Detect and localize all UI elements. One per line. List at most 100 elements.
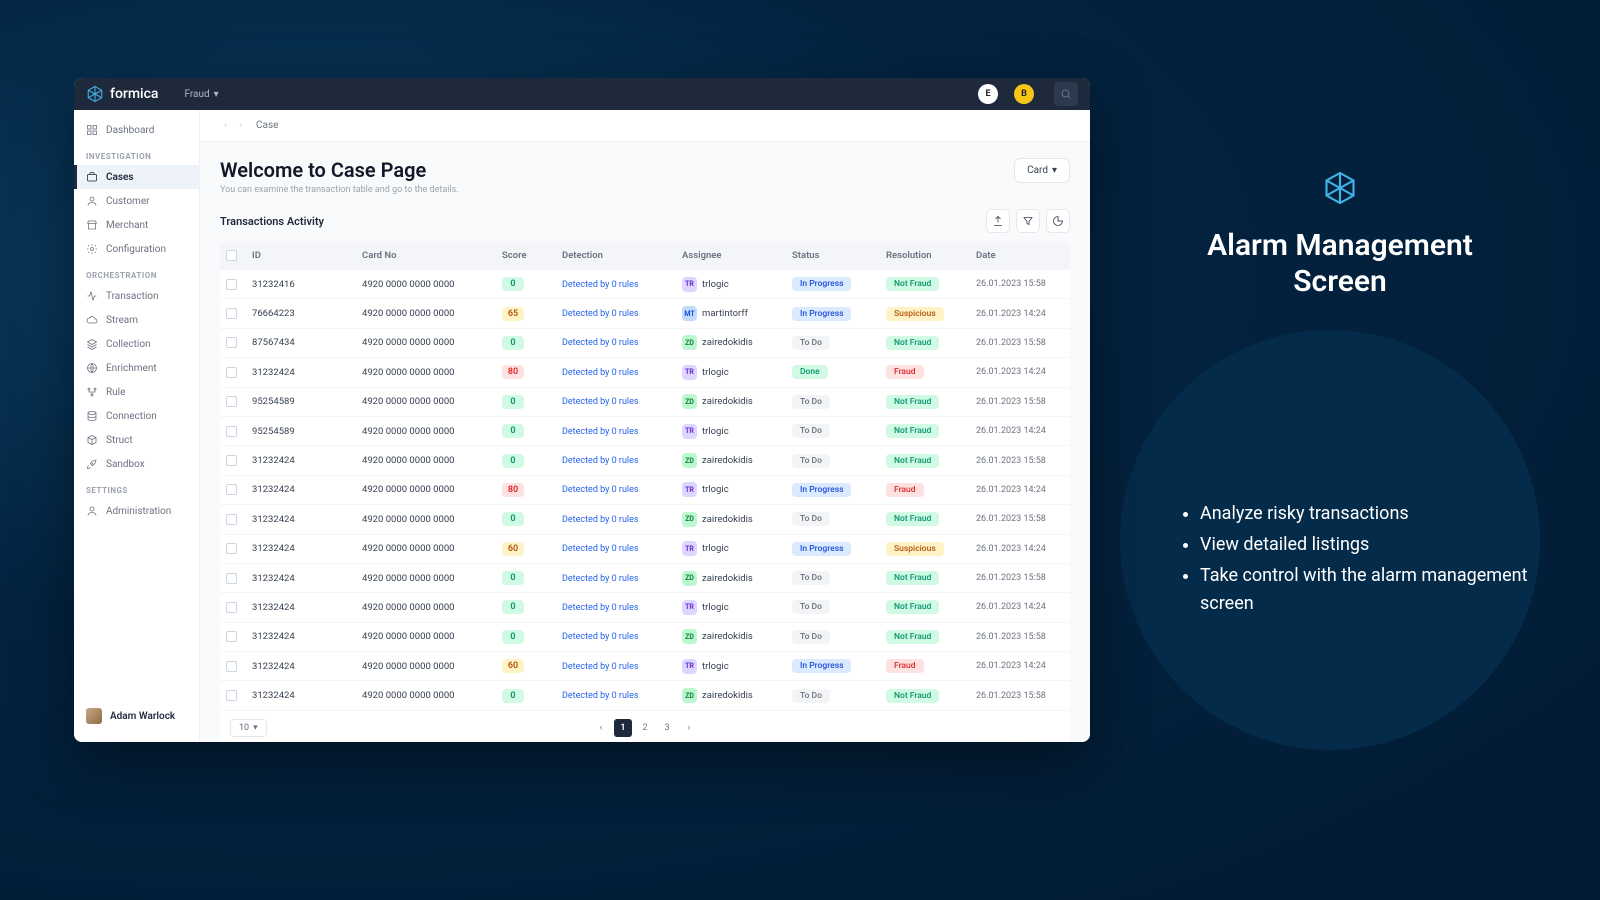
page-title: Welcome to Case Page bbox=[220, 158, 459, 182]
detection-link[interactable]: Detected by 0 rules bbox=[562, 397, 639, 407]
briefcase-icon bbox=[86, 171, 98, 183]
sidebar-item-configuration[interactable]: Configuration bbox=[74, 237, 199, 261]
table-row[interactable]: 312324164920 0000 0000 00000Detected by … bbox=[220, 269, 1070, 298]
app-window: formica Fraud ▾ E B Dashboard INVESTIGAT… bbox=[74, 78, 1090, 742]
sidebar-item-label: Enrichment bbox=[106, 363, 157, 374]
user-icon bbox=[86, 195, 98, 207]
row-checkbox[interactable] bbox=[226, 279, 237, 290]
sidebar-item-dashboard[interactable]: Dashboard bbox=[74, 118, 199, 142]
row-checkbox[interactable] bbox=[226, 337, 237, 348]
detection-link[interactable]: Detected by 0 rules bbox=[562, 632, 639, 642]
detection-link[interactable]: Detected by 0 rules bbox=[562, 338, 639, 348]
header-dropdown-fraud[interactable]: Fraud ▾ bbox=[184, 89, 218, 100]
page-3[interactable]: 3 bbox=[658, 719, 676, 737]
caption-bullet: View detailed listings bbox=[1200, 531, 1540, 559]
row-checkbox[interactable] bbox=[226, 543, 237, 554]
sidebar-item-rule[interactable]: Rule bbox=[74, 380, 199, 404]
table-row[interactable]: 312324244920 0000 0000 000080Detected by… bbox=[220, 475, 1070, 504]
row-checkbox[interactable] bbox=[226, 396, 237, 407]
score-pill: 0 bbox=[502, 512, 524, 526]
row-checkbox[interactable] bbox=[226, 661, 237, 672]
sidebar-item-transaction[interactable]: Transaction bbox=[74, 284, 199, 308]
filter-button[interactable] bbox=[1016, 209, 1040, 233]
row-checkbox[interactable] bbox=[226, 514, 237, 525]
detection-link[interactable]: Detected by 0 rules bbox=[562, 309, 639, 319]
detection-link[interactable]: Detected by 0 rules bbox=[562, 485, 639, 495]
page-next[interactable]: › bbox=[680, 719, 698, 737]
app-header: formica Fraud ▾ E B bbox=[74, 78, 1090, 110]
row-checkbox[interactable] bbox=[226, 631, 237, 642]
sidebar-item-collection[interactable]: Collection bbox=[74, 332, 199, 356]
row-checkbox[interactable] bbox=[226, 690, 237, 701]
table-row[interactable]: 312324244920 0000 0000 00000Detected by … bbox=[220, 592, 1070, 621]
row-checkbox[interactable] bbox=[226, 308, 237, 319]
resolution-badge: Not Fraud bbox=[886, 277, 939, 291]
brand-logo[interactable]: formica bbox=[86, 85, 158, 103]
export-button[interactable] bbox=[986, 209, 1010, 233]
table-row[interactable]: 312324244920 0000 0000 000080Detected by… bbox=[220, 357, 1070, 386]
row-checkbox[interactable] bbox=[226, 455, 237, 466]
sidebar-item-customer[interactable]: Customer bbox=[74, 189, 199, 213]
cell-assignee: ZDzairedokidis bbox=[682, 688, 792, 703]
sidebar-item-cases[interactable]: Cases bbox=[74, 165, 199, 189]
table-row[interactable]: 952545894920 0000 0000 00000Detected by … bbox=[220, 416, 1070, 445]
avatar-b[interactable]: B bbox=[1014, 84, 1034, 104]
table-row[interactable]: 312324244920 0000 0000 00000Detected by … bbox=[220, 504, 1070, 533]
select-all-checkbox[interactable] bbox=[226, 250, 237, 261]
breadcrumb-back[interactable]: ‹ bbox=[220, 118, 231, 133]
detection-link[interactable]: Detected by 0 rules bbox=[562, 456, 639, 466]
cell-date: 26.01.2023 14:24 bbox=[976, 367, 1066, 377]
table-row[interactable]: 312324244920 0000 0000 000060Detected by… bbox=[220, 534, 1070, 563]
row-checkbox[interactable] bbox=[226, 367, 237, 378]
score-pill: 0 bbox=[502, 424, 524, 438]
row-checkbox[interactable] bbox=[226, 602, 237, 613]
brand-name: formica bbox=[110, 86, 158, 102]
resolution-badge: Not Fraud bbox=[886, 630, 939, 644]
chart-button[interactable] bbox=[1046, 209, 1070, 233]
sidebar-item-label: Administration bbox=[106, 506, 171, 517]
row-checkbox[interactable] bbox=[226, 426, 237, 437]
page-size-dropdown[interactable]: 10 ▾ bbox=[230, 719, 267, 737]
page-prev[interactable]: ‹ bbox=[592, 719, 610, 737]
cell-id: 31232424 bbox=[252, 690, 362, 701]
detection-link[interactable]: Detected by 0 rules bbox=[562, 280, 639, 290]
detection-link[interactable]: Detected by 0 rules bbox=[562, 544, 639, 554]
sidebar-item-sandbox[interactable]: Sandbox bbox=[74, 452, 199, 476]
detection-link[interactable]: Detected by 0 rules bbox=[562, 603, 639, 613]
row-checkbox[interactable] bbox=[226, 484, 237, 495]
page-1[interactable]: 1 bbox=[614, 719, 632, 737]
row-checkbox[interactable] bbox=[226, 573, 237, 584]
caption-bullet: Take control with the alarm management s… bbox=[1200, 562, 1540, 618]
detection-link[interactable]: Detected by 0 rules bbox=[562, 427, 639, 437]
table-row[interactable]: 312324244920 0000 0000 00000Detected by … bbox=[220, 445, 1070, 474]
rocket-icon bbox=[86, 458, 98, 470]
table-row[interactable]: 766642234920 0000 0000 000065Detected by… bbox=[220, 298, 1070, 327]
avatar-e[interactable]: E bbox=[978, 84, 998, 104]
breadcrumb-forward[interactable]: › bbox=[235, 118, 246, 133]
sidebar-item-connection[interactable]: Connection bbox=[74, 404, 199, 428]
table-row[interactable]: 312324244920 0000 0000 000060Detected by… bbox=[220, 651, 1070, 680]
table-row[interactable]: 312324244920 0000 0000 00000Detected by … bbox=[220, 680, 1070, 709]
cell-date: 26.01.2023 14:24 bbox=[976, 544, 1066, 554]
score-pill: 0 bbox=[502, 336, 524, 350]
sidebar-user[interactable]: Adam Warlock bbox=[74, 698, 199, 734]
detection-link[interactable]: Detected by 0 rules bbox=[562, 574, 639, 584]
card-filter-dropdown[interactable]: Card ▾ bbox=[1014, 158, 1070, 183]
status-badge: To Do bbox=[792, 571, 830, 585]
sidebar-item-merchant[interactable]: Merchant bbox=[74, 213, 199, 237]
table-row[interactable]: 312324244920 0000 0000 00000Detected by … bbox=[220, 622, 1070, 651]
sidebar-item-stream[interactable]: Stream bbox=[74, 308, 199, 332]
sidebar-item-administration[interactable]: Administration bbox=[74, 499, 199, 523]
cell-cardno: 4920 0000 0000 0000 bbox=[362, 573, 502, 584]
detection-link[interactable]: Detected by 0 rules bbox=[562, 515, 639, 525]
detection-link[interactable]: Detected by 0 rules bbox=[562, 368, 639, 378]
detection-link[interactable]: Detected by 0 rules bbox=[562, 662, 639, 672]
sidebar-item-struct[interactable]: Struct bbox=[74, 428, 199, 452]
search-button[interactable] bbox=[1054, 82, 1078, 106]
table-row[interactable]: 952545894920 0000 0000 00000Detected by … bbox=[220, 387, 1070, 416]
sidebar-item-enrichment[interactable]: Enrichment bbox=[74, 356, 199, 380]
table-row[interactable]: 875674344920 0000 0000 00000Detected by … bbox=[220, 328, 1070, 357]
page-2[interactable]: 2 bbox=[636, 719, 654, 737]
table-row[interactable]: 312324244920 0000 0000 00000Detected by … bbox=[220, 563, 1070, 592]
detection-link[interactable]: Detected by 0 rules bbox=[562, 691, 639, 701]
